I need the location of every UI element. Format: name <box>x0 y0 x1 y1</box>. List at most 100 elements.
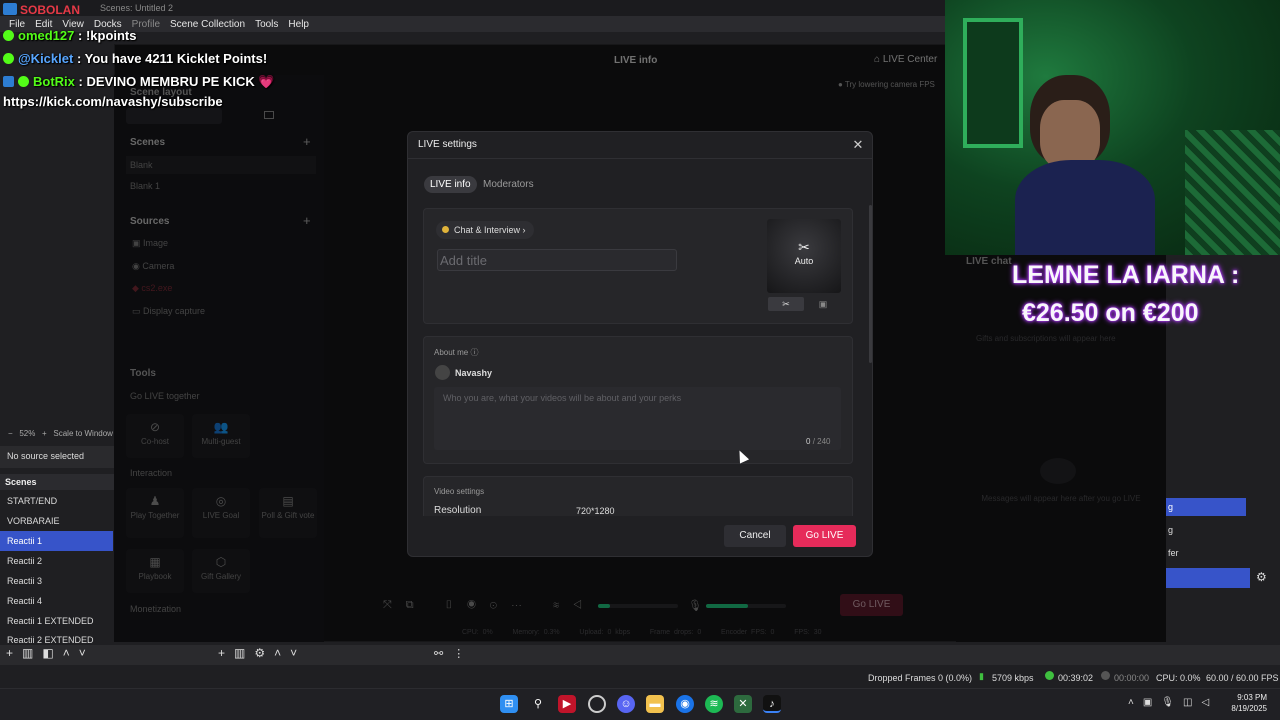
title-input[interactable] <box>437 249 677 271</box>
discord-icon[interactable]: ☺ <box>617 695 635 713</box>
up-icon[interactable]: ˄ <box>63 646 79 660</box>
clock[interactable]: 9:03 PM 8/19/2025 <box>1227 692 1267 714</box>
scene-item[interactable]: Reactii 1 EXTENDED <box>0 611 113 631</box>
up-icon[interactable]: ˄ <box>274 646 290 660</box>
cover-upload-button[interactable]: ▣ <box>806 297 840 311</box>
scene-item[interactable]: Reactii 3 <box>0 571 113 591</box>
chat-username: @Kicklet <box>18 51 74 66</box>
down-icon[interactable]: ˅ <box>290 646 306 660</box>
right-dock-item[interactable]: fer <box>1166 544 1280 562</box>
filter-icon[interactable]: ◧ <box>42 646 62 660</box>
tab-live-info[interactable]: LIVE info <box>424 176 477 193</box>
trash-icon[interactable]: ▥ <box>22 646 42 660</box>
mixer-toolbar[interactable]: ⚯⋮ <box>434 647 474 660</box>
gear-icon[interactable]: ⚙ <box>1256 570 1267 584</box>
char-limit: / 240 <box>812 437 831 446</box>
scene-item[interactable]: VORBARAIE <box>0 511 113 531</box>
spotify-icon[interactable]: ≋ <box>705 695 723 713</box>
close-icon[interactable]: ✕ <box>850 137 866 153</box>
info-icon: ⓘ <box>470 348 479 357</box>
scene-item[interactable]: Reactii 2 EXTENDED <box>0 631 113 644</box>
char-count: 0 <box>806 437 811 446</box>
char-counter: 0 / 240 <box>806 437 830 446</box>
app-tray-icon[interactable]: ▣ <box>1143 697 1161 708</box>
more-icon[interactable]: ⋮ <box>453 648 474 660</box>
about-textarea[interactable] <box>434 387 841 450</box>
obs-dock-toolbar <box>0 645 1280 665</box>
scale-label: Scale to Window <box>53 429 113 438</box>
file-explorer-icon[interactable]: ▬ <box>646 695 664 713</box>
excel-icon[interactable]: ✕ <box>734 695 752 713</box>
scene-item[interactable]: Reactii 2 <box>0 551 113 571</box>
gear-icon[interactable]: ⚙ <box>254 646 274 660</box>
trash-icon[interactable]: ▥ <box>234 646 254 660</box>
scene-toolbar[interactable]: +▥◧˄˅ <box>6 646 95 660</box>
obs-statusbar: Dropped Frames 0 (0.0%) ▮ 5709 kbps 00:3… <box>0 668 1280 688</box>
chrome-icon[interactable]: ◉ <box>676 695 694 713</box>
scene-item[interactable]: Reactii 4 <box>0 591 113 611</box>
cancel-button[interactable]: Cancel <box>724 525 786 547</box>
network-icon[interactable]: ◫ <box>1183 697 1201 708</box>
browser-app-icon[interactable] <box>588 695 606 713</box>
system-tray[interactable]: ˄▣🎙◫◁ <box>1128 697 1218 708</box>
obs-window-title: Scenes: Untitled 2 <box>100 3 174 13</box>
fps-display: 60.00 / 60.00 FPS <box>1206 673 1279 683</box>
cover-auto-label: Auto <box>794 256 814 266</box>
modal-scrollbar[interactable] <box>869 205 872 363</box>
resolution-value[interactable]: 720*1280 <box>576 506 615 516</box>
menu-tools[interactable]: Tools <box>250 19 283 30</box>
windows-start-icon[interactable]: ⊞ <box>500 695 518 713</box>
link-icon[interactable]: ⚯ <box>434 648 453 660</box>
dropped-frames: Dropped Frames 0 (0.0%) <box>868 673 973 683</box>
volume-icon[interactable]: ◁ <box>1201 697 1218 708</box>
menu-scene-collection[interactable]: Scene Collection <box>165 19 250 30</box>
webcam-feed <box>945 0 1280 255</box>
down-icon[interactable]: ˅ <box>79 646 95 660</box>
windows-taskbar <box>0 688 1280 720</box>
source-toolbar[interactable]: +▥⚙˄˅ <box>218 646 306 660</box>
menu-help[interactable]: Help <box>283 19 314 30</box>
obs-titlebar: Scenes: Untitled 2 <box>0 0 945 16</box>
signal-icon: ▮ <box>979 671 984 681</box>
zoom-control[interactable]: − 52% + Scale to Window <box>8 429 113 438</box>
scissors-icon: ✂ <box>782 299 790 309</box>
chat-username: BotRix <box>33 74 75 89</box>
cover-auto-button[interactable]: ✂ <box>768 297 804 311</box>
diamond-badge-icon <box>3 30 14 41</box>
cpu-usage: CPU: 0.0% <box>1156 673 1201 683</box>
go-live-button[interactable]: Go LIVE <box>793 525 856 547</box>
search-icon[interactable]: ⚲ <box>529 695 547 713</box>
tiktok-live-icon[interactable]: ♪ <box>763 695 781 713</box>
no-source-label: No source selected <box>7 451 85 461</box>
right-dock-item[interactable]: g <box>1166 498 1246 516</box>
about-label: About me ⓘ <box>434 347 478 358</box>
scene-item[interactable]: START/END <box>0 491 113 511</box>
rec-indicator-icon <box>1101 671 1110 680</box>
add-icon[interactable]: + <box>218 646 234 660</box>
tab-moderators[interactable]: Moderators <box>477 176 540 193</box>
chevron-right-icon: › <box>522 225 526 235</box>
chat-username: omed127 <box>18 28 75 43</box>
about-label-text: About me <box>434 348 469 357</box>
chat-text: : !kpoints <box>78 28 137 43</box>
scenes-header: Scenes <box>5 477 37 487</box>
chat-message: omed127 : !kpoints <box>3 28 137 43</box>
video-settings-card <box>423 476 853 516</box>
scene-item-active[interactable]: Reactii 1 <box>0 531 113 551</box>
right-dock-item[interactable]: g <box>1166 521 1280 539</box>
right-dock-selected[interactable] <box>1166 568 1250 588</box>
cover-image[interactable]: ✂ Auto <box>767 219 841 293</box>
obs-menubar: File Edit View Docks Profile Scene Colle… <box>0 16 945 32</box>
category-chip[interactable]: Chat & Interview › <box>436 221 534 239</box>
chevron-up-icon[interactable]: ˄ <box>1128 697 1143 708</box>
add-icon[interactable]: + <box>6 646 22 660</box>
chat-message: @Kicklet : You have 4211 Kicklet Points! <box>3 51 267 66</box>
chat-text: : DEVINO MEMBRU PE KICK 💗 <box>78 74 275 89</box>
verified-badge-icon <box>18 76 29 87</box>
media-app-icon[interactable]: ▶ <box>558 695 576 713</box>
username: Navashy <box>455 368 493 378</box>
rec-time: 00:00:00 <box>1114 673 1150 683</box>
resolution-label: Resolution <box>434 505 482 516</box>
category-label: Chat & Interview <box>454 225 521 235</box>
mic-tray-icon[interactable]: 🎙 <box>1161 697 1183 708</box>
